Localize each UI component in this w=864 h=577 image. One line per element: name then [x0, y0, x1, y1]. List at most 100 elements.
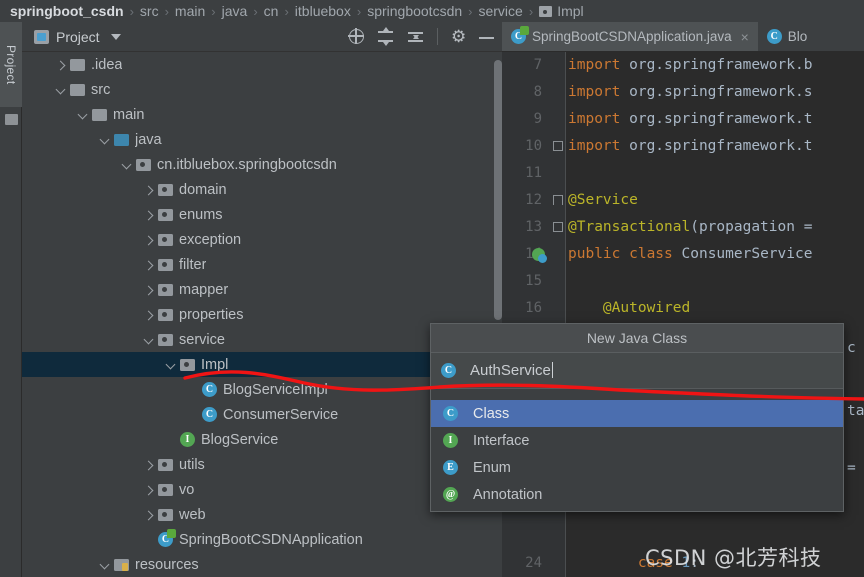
code-token: org.springframework.b [629, 57, 813, 73]
chevron-right-icon[interactable] [142, 183, 156, 197]
chevron-right-icon[interactable] [142, 258, 156, 272]
new-java-class-popup: New Java Class C AuthService C Class I Inte… [430, 323, 844, 512]
project-tree-scrollbar[interactable] [494, 60, 502, 320]
editor-tab-springbootcsdnapplication-java[interactable]: C SpringBootCSDNApplication.java × [502, 22, 758, 51]
package-folder-icon [180, 358, 195, 371]
chevron-right-icon[interactable] [142, 233, 156, 247]
kind-list[interactable]: C Class I Interface E Enum @ Annotation [431, 400, 843, 511]
editor-tab-blo[interactable]: C Blo [758, 22, 817, 51]
tree-row-label: Impl [201, 356, 229, 373]
tree-row-main[interactable]: main [22, 102, 502, 127]
breadcrumb-item-itbluebox[interactable]: itbluebox [295, 3, 351, 19]
spring-boot-class-icon: C [158, 529, 176, 547]
chevron-right-icon[interactable] [142, 283, 156, 297]
package-folder-icon [158, 483, 173, 496]
tree-row-label: SpringBootCSDNApplication [179, 531, 363, 548]
tree-row-enums[interactable]: enums [22, 202, 502, 227]
locate-in-tree-icon[interactable] [348, 28, 364, 44]
collapse-all-icon[interactable] [407, 28, 424, 45]
code-fold-marker[interactable] [553, 141, 563, 151]
chevron-down-icon[interactable] [110, 33, 121, 40]
code-line: @Autowired [568, 295, 864, 322]
tree-row-resources[interactable]: resources [22, 552, 502, 577]
line-number: 9 [533, 111, 542, 127]
code-token: import [568, 84, 630, 100]
tree-row-filter[interactable]: filter [22, 252, 502, 277]
tree-row-label: ConsumerService [223, 406, 339, 423]
tree-row-cn-itbluebox-springbootcsdn[interactable]: cn.itbluebox.springbootcsdn [22, 152, 502, 177]
tree-row-springbootcsdnapplication[interactable]: C SpringBootCSDNApplication [22, 527, 502, 552]
code-fold-marker[interactable] [553, 195, 563, 205]
chevron-down-icon[interactable] [98, 133, 112, 147]
editor-tab-label: SpringBootCSDNApplication.java [532, 29, 732, 44]
folder-icon[interactable] [5, 114, 18, 125]
line-number: 12 [525, 192, 542, 208]
chevron-right-icon[interactable] [142, 508, 156, 522]
line-number: 10 [525, 138, 542, 154]
chevron-right-icon[interactable] [142, 308, 156, 322]
close-icon[interactable]: × [741, 29, 749, 45]
breadcrumb-item-cn[interactable]: cn [264, 3, 279, 19]
package-folder-icon [158, 233, 173, 246]
chevron-down-icon[interactable] [54, 83, 68, 97]
kind-item-label: Annotation [473, 486, 543, 503]
breadcrumb-item-java[interactable]: java [222, 3, 248, 19]
tree-row-label: .idea [91, 56, 123, 73]
chevron-right-icon[interactable] [54, 58, 68, 72]
tree-row--idea[interactable]: .idea [22, 52, 502, 77]
tree-row-label: vo [179, 481, 195, 498]
kind-item-enum[interactable]: E Enum [431, 454, 843, 481]
project-panel-title-box[interactable]: Project [34, 29, 121, 45]
kind-item-label: Class [473, 405, 510, 422]
tree-row-domain[interactable]: domain [22, 177, 502, 202]
tree-row-exception[interactable]: exception [22, 227, 502, 252]
line-number: 24 [525, 555, 542, 571]
code-fold-marker[interactable] [553, 222, 563, 232]
line-number: 8 [533, 84, 542, 100]
chevron-right-icon[interactable] [142, 483, 156, 497]
kind-item-annotation[interactable]: @ Annotation [431, 481, 843, 508]
expand-all-icon[interactable] [377, 27, 394, 46]
breadcrumb-item-springboot-csdn[interactable]: springboot_csdn [10, 3, 124, 19]
chevron-right-icon[interactable] [142, 458, 156, 472]
code-token: ConsumerService [681, 246, 813, 262]
hide-panel-icon[interactable] [479, 29, 494, 44]
breadcrumb-separator: › [211, 3, 216, 19]
tree-row-src[interactable]: src [22, 77, 502, 102]
text-caret [551, 362, 554, 378]
project-tool-window-tab[interactable]: Project [0, 22, 22, 107]
tree-row-label: domain [179, 181, 227, 198]
page-title: Project [56, 28, 100, 45]
chevron-down-icon[interactable] [142, 333, 156, 347]
chevron-down-icon[interactable] [120, 158, 134, 172]
breadcrumb-item-main[interactable]: main [175, 3, 205, 19]
chevron-down-icon[interactable] [98, 558, 112, 572]
breadcrumb-label: Impl [557, 3, 584, 19]
tree-row-java[interactable]: java [22, 127, 502, 152]
class-icon: C [202, 407, 217, 422]
chevron-down-icon[interactable] [76, 108, 90, 122]
breadcrumb-label: springboot_csdn [10, 3, 124, 19]
package-folder-icon [136, 158, 151, 171]
project-window-icon [34, 29, 49, 44]
breadcrumb-label: java [221, 3, 248, 19]
class-icon: C [443, 406, 458, 421]
run-gutter-icon[interactable] [532, 248, 547, 263]
chevron-right-icon[interactable] [142, 208, 156, 222]
breadcrumb-item-impl[interactable]: Impl [539, 3, 584, 19]
code-lines: import org.springframework.b import org.s… [568, 52, 864, 322]
kind-item-interface[interactable]: I Interface [431, 427, 843, 454]
tree-row-mapper[interactable]: mapper [22, 277, 502, 302]
breadcrumb-item-src[interactable]: src [140, 3, 159, 19]
package-folder-icon [158, 283, 173, 296]
chevron-down-icon[interactable] [164, 358, 178, 372]
class-name-input[interactable]: C AuthService [431, 353, 843, 389]
settings-gear-icon[interactable] [451, 29, 466, 44]
line-number: 7 [533, 57, 542, 73]
breadcrumb-item-springbootcsdn[interactable]: springbootcsdn [367, 3, 462, 19]
breadcrumb-item-service[interactable]: service [478, 3, 522, 19]
line-number: 16 [525, 300, 542, 316]
kind-item-class[interactable]: C Class [431, 400, 843, 427]
interface-icon: I [443, 433, 458, 448]
